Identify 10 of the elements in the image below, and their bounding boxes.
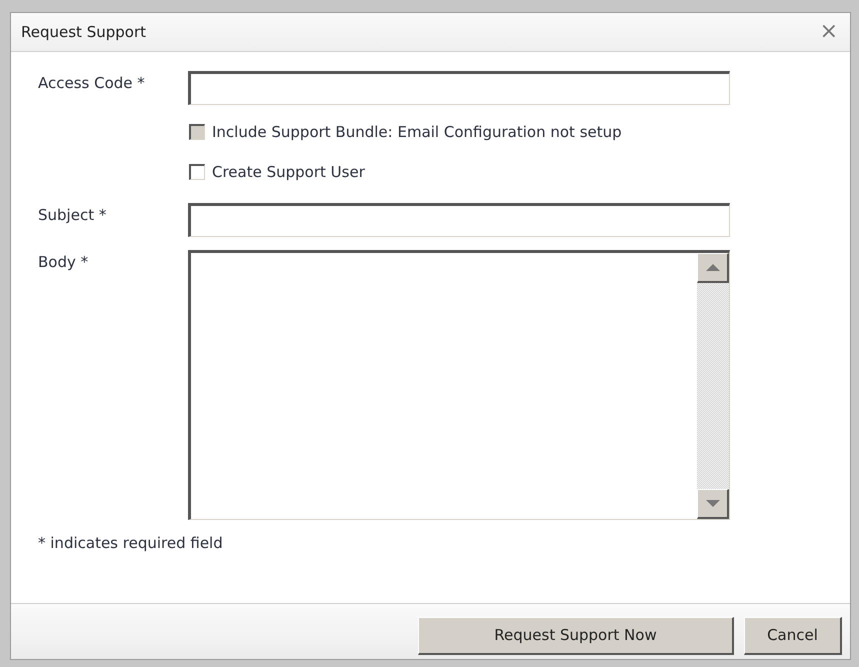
checkbox-label: Include Support Bundle: Email Configuration not setup <box>212 123 622 141</box>
field-label: Access Code * <box>38 73 146 92</box>
required-note: * indicates required field <box>38 534 224 552</box>
field-label: Subject * <box>38 205 108 224</box>
checkbox-label: Create Support User <box>212 163 365 181</box>
window-title: Request Support <box>21 23 146 41</box>
request-button[interactable]: Request Support Now <box>418 616 734 654</box>
close-button[interactable]: × <box>816 21 842 43</box>
cancel-button[interactable]: Cancel <box>744 616 842 654</box>
field-label: Body * <box>38 252 90 271</box>
